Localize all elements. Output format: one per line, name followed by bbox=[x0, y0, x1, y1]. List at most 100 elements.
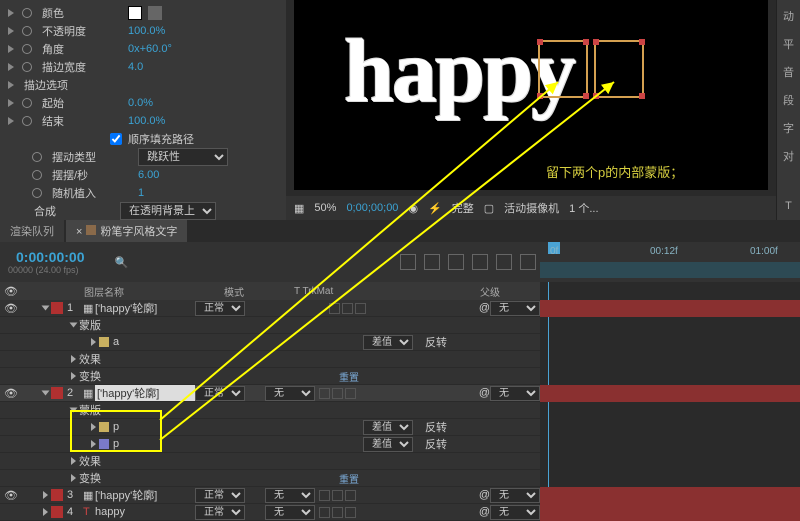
snap-icon[interactable] bbox=[520, 254, 536, 270]
disclosure-icon[interactable] bbox=[70, 323, 78, 328]
pickwhip-icon[interactable]: @ bbox=[479, 489, 490, 501]
visibility-toggle[interactable] bbox=[4, 506, 16, 518]
disclosure-icon[interactable] bbox=[8, 81, 14, 89]
rpanel-tab[interactable]: 段 bbox=[783, 92, 794, 108]
pickwhip-icon[interactable]: @ bbox=[479, 506, 490, 518]
rpanel-tab[interactable]: 平 bbox=[783, 36, 794, 52]
trkmat-select[interactable]: 无 bbox=[265, 505, 315, 520]
trkmat-select[interactable]: 无 bbox=[265, 386, 315, 401]
rpanel-tab[interactable]: 对 bbox=[783, 148, 794, 164]
camera-select[interactable]: 活动摄像机 bbox=[504, 200, 559, 216]
layer-track[interactable] bbox=[540, 504, 800, 521]
col-mode[interactable]: 模式 bbox=[224, 284, 294, 299]
mask-name[interactable]: p bbox=[113, 421, 233, 433]
layer-color[interactable] bbox=[51, 489, 63, 501]
layer-name[interactable]: ['happy'轮廓] bbox=[95, 385, 195, 401]
camera-icon[interactable]: ◉ bbox=[408, 202, 418, 215]
disclosure-icon[interactable] bbox=[70, 408, 78, 413]
visibility-toggle[interactable]: 👁 bbox=[4, 387, 16, 399]
blend-mode-select[interactable]: 正常 bbox=[195, 386, 245, 401]
disclosure-icon[interactable] bbox=[8, 45, 14, 53]
effects-group[interactable]: 效果 bbox=[0, 453, 540, 470]
layer-row[interactable]: 4 T happy 正常 无 @ 无 bbox=[0, 504, 540, 521]
disclosure-icon[interactable] bbox=[8, 9, 14, 17]
tab-composition[interactable]: ×粉笔字风格文字 bbox=[66, 220, 187, 242]
pickwhip-icon[interactable]: @ bbox=[479, 387, 490, 399]
masks-group[interactable]: 蒙版 bbox=[0, 317, 540, 334]
graph-editor-icon[interactable] bbox=[496, 254, 512, 270]
disclosure-icon[interactable] bbox=[43, 508, 48, 516]
layer-track[interactable] bbox=[540, 385, 800, 402]
effects-group[interactable]: 效果 bbox=[0, 351, 540, 368]
mask-mode-select[interactable]: 差值 bbox=[363, 420, 413, 435]
transform-group[interactable]: 变换重置 bbox=[0, 470, 540, 487]
disclosure-icon[interactable] bbox=[8, 27, 14, 35]
work-area-bar[interactable] bbox=[540, 262, 800, 278]
disclosure-icon[interactable] bbox=[71, 355, 76, 363]
mask-name[interactable]: a bbox=[113, 336, 233, 348]
reset-link[interactable]: 重置 bbox=[339, 369, 359, 384]
col-parent[interactable]: 父级 bbox=[480, 284, 540, 299]
stopwatch-icon[interactable] bbox=[22, 116, 32, 126]
mask-mode-select[interactable]: 差值 bbox=[363, 335, 413, 350]
eye-column-icon[interactable]: 👁 bbox=[4, 285, 24, 298]
grid-icon[interactable]: ▦ bbox=[294, 202, 304, 215]
stopwatch-icon[interactable] bbox=[22, 62, 32, 72]
bolt-icon[interactable]: ⚡ bbox=[428, 202, 442, 215]
close-tab-icon[interactable]: × bbox=[76, 226, 82, 238]
viewer-canvas[interactable]: happy 留下两个p的内部蒙版； bbox=[294, 0, 768, 190]
rpanel-tab[interactable]: 字 bbox=[783, 120, 794, 136]
composite-select[interactable]: 在透明背景上 bbox=[120, 202, 216, 220]
monitor-icon[interactable]: ▢ bbox=[484, 202, 494, 215]
color-swatch[interactable] bbox=[128, 6, 142, 20]
layer-color[interactable] bbox=[51, 506, 63, 518]
wiggle-type-select[interactable]: 跳跃性 bbox=[138, 148, 228, 166]
opacity-value[interactable]: 100.0% bbox=[128, 25, 165, 37]
wiggles-sec-value[interactable]: 6.00 bbox=[138, 169, 159, 181]
layer-name[interactable]: ['happy'轮廓] bbox=[95, 300, 195, 316]
reset-link[interactable]: 重置 bbox=[339, 471, 359, 486]
trkmat-select[interactable]: 无 bbox=[265, 488, 315, 503]
stopwatch-icon[interactable] bbox=[22, 26, 32, 36]
search-icon[interactable]: 🔍 bbox=[115, 256, 129, 269]
rpanel-tab[interactable]: 音 bbox=[783, 64, 794, 80]
comp-mini-icon[interactable] bbox=[400, 254, 416, 270]
zoom-level[interactable]: 50% bbox=[314, 202, 336, 214]
parent-select[interactable]: 无 bbox=[490, 386, 540, 401]
blend-mode-select[interactable]: 正常 bbox=[195, 488, 245, 503]
start-value[interactable]: 0.0% bbox=[128, 97, 153, 109]
motion-blur-icon[interactable] bbox=[472, 254, 488, 270]
disclosure-icon[interactable] bbox=[91, 440, 96, 448]
disclosure-icon[interactable] bbox=[91, 423, 96, 431]
mask-row[interactable]: p差值反转 bbox=[0, 419, 540, 436]
stopwatch-icon[interactable] bbox=[22, 44, 32, 54]
tab-render-queue[interactable]: 渲染队列 bbox=[0, 220, 64, 242]
angle-value[interactable]: 0x+60.0° bbox=[128, 43, 172, 55]
mask-row[interactable]: a差值反转 bbox=[0, 334, 540, 351]
mask-color[interactable] bbox=[99, 422, 109, 432]
stopwatch-icon[interactable] bbox=[32, 152, 42, 162]
timeline-tracks[interactable] bbox=[540, 282, 800, 512]
stopwatch-icon[interactable] bbox=[22, 98, 32, 108]
pickwhip-icon[interactable]: @ bbox=[479, 302, 490, 314]
disclosure-icon[interactable] bbox=[43, 491, 48, 499]
layer-row[interactable]: 👁 1 ▦ ['happy'轮廓] 正常 @ 无 bbox=[0, 300, 540, 317]
layer-row[interactable]: 👁 2 ▦ ['happy'轮廓] 正常 无 @ 无 bbox=[0, 385, 540, 402]
parent-select[interactable]: 无 bbox=[490, 488, 540, 503]
stopwatch-icon[interactable] bbox=[32, 170, 42, 180]
end-value[interactable]: 100.0% bbox=[128, 115, 165, 127]
disclosure-icon[interactable] bbox=[71, 457, 76, 465]
current-timecode[interactable]: 0:00:00:00 bbox=[16, 249, 85, 265]
col-layer-name[interactable]: 图层名称 bbox=[84, 284, 224, 299]
disclosure-icon[interactable] bbox=[42, 306, 50, 311]
time-ruler[interactable]: 0f 00:12f 01:00f bbox=[540, 242, 800, 282]
layer-name[interactable]: happy bbox=[95, 506, 195, 518]
mask-row[interactable]: p差值反转 bbox=[0, 436, 540, 453]
transform-group[interactable]: 变换重置 bbox=[0, 368, 540, 385]
disclosure-icon[interactable] bbox=[91, 338, 96, 346]
stroke-width-value[interactable]: 4.0 bbox=[128, 61, 143, 73]
layer-color[interactable] bbox=[51, 302, 63, 314]
rpanel-tab[interactable]: 动 bbox=[783, 8, 794, 24]
parent-select[interactable]: 无 bbox=[490, 505, 540, 520]
layer-track[interactable] bbox=[540, 487, 800, 504]
